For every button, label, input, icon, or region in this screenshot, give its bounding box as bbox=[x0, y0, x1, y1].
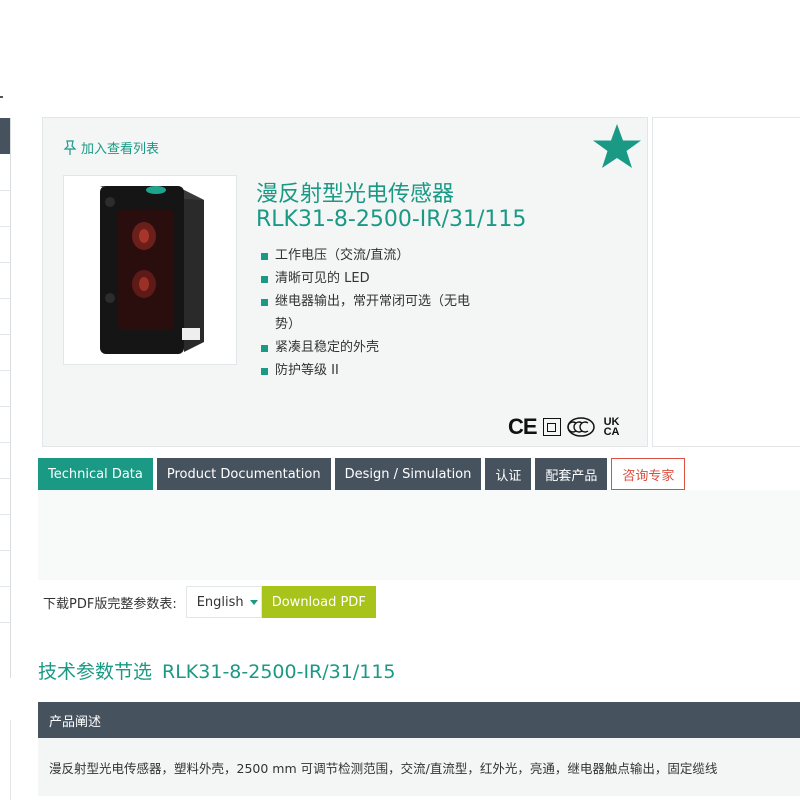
tab-technical-data[interactable]: Technical Data bbox=[38, 458, 153, 490]
product-image bbox=[63, 175, 237, 365]
product-title: 漫反射型光电传感器 bbox=[256, 182, 455, 207]
sidebar-divider bbox=[0, 442, 10, 443]
sidebar-divider bbox=[0, 550, 10, 551]
tab-product-documentation[interactable]: Product Documentation bbox=[156, 458, 331, 490]
ukca-mark: UK CA bbox=[601, 417, 623, 438]
sidebar-divider bbox=[0, 334, 10, 335]
consult-expert-button[interactable]: 咨询专家 bbox=[611, 458, 686, 490]
feature-item: 清晰可见的 LED bbox=[261, 268, 486, 291]
left-sidebar bbox=[0, 118, 11, 678]
watchlist-label: 加入查看列表 bbox=[81, 142, 160, 157]
sidebar-divider bbox=[0, 262, 10, 263]
pdf-download-row: 下载PDF版完整参数表: English Download PDF bbox=[43, 586, 376, 618]
star-icon[interactable] bbox=[591, 121, 643, 173]
feature-item: 紧凑且稳定的外壳 bbox=[261, 337, 486, 360]
feature-item: 工作电压（交流/直流） bbox=[261, 245, 486, 268]
tab-certification[interactable]: 认证 bbox=[485, 458, 532, 490]
product-tabs: Technical Data Product Documentation Des… bbox=[38, 458, 686, 490]
language-select[interactable]: English bbox=[185, 586, 262, 618]
sidebar-divider bbox=[0, 406, 10, 407]
download-pdf-button[interactable]: Download PDF bbox=[261, 586, 376, 618]
sidebar-divider bbox=[0, 586, 10, 587]
spec-section-title: 技术参数节选 RLK31-8-2500-IR/31/115 bbox=[38, 657, 396, 684]
certification-marks: CE UK CA bbox=[508, 414, 623, 440]
chevron-down-icon bbox=[249, 599, 258, 605]
ce-mark: CE bbox=[508, 414, 538, 439]
sidebar-divider bbox=[0, 370, 10, 371]
tab-content-area bbox=[38, 490, 800, 580]
sidebar-divider bbox=[0, 478, 10, 479]
feature-item: 防护等级 II bbox=[261, 360, 486, 383]
sidebar-divider bbox=[0, 190, 10, 191]
ukca-bottom: CA bbox=[603, 426, 620, 438]
side-panel bbox=[652, 117, 800, 447]
language-value: English bbox=[196, 594, 244, 610]
description-text: 漫反射型光电传感器，塑料外壳，2500 mm 可调节检测范围，交流/直流型，红外… bbox=[38, 738, 800, 796]
tab-accessories[interactable]: 配套产品 bbox=[535, 458, 608, 490]
protection-class-ii-icon bbox=[542, 418, 561, 436]
feature-item: 继电器输出，常开常闭可选（无电势） bbox=[261, 291, 486, 336]
product-card: 加入查看列表 漫反射型光电传感器 RLK31-8-2500-IR/31/115 … bbox=[42, 117, 648, 447]
sidebar-header bbox=[0, 118, 10, 154]
description-header: 产品阐述 bbox=[38, 702, 800, 738]
sidebar-divider bbox=[0, 514, 10, 515]
add-to-watchlist-link[interactable]: 加入查看列表 bbox=[63, 138, 159, 157]
sidebar-divider bbox=[0, 622, 10, 623]
sensor-illustration bbox=[100, 186, 204, 354]
sidebar-divider bbox=[0, 298, 10, 299]
left-sidebar-lower bbox=[0, 720, 11, 800]
ccc-mark-icon bbox=[566, 417, 595, 437]
section-title-code: RLK31-8-2500-IR/31/115 bbox=[162, 661, 396, 683]
product-code: RLK31-8-2500-IR/31/115 bbox=[256, 207, 527, 232]
left-edge-mark bbox=[0, 96, 3, 98]
feature-list: 工作电压（交流/直流） 清晰可见的 LED 继电器输出，常开常闭可选（无电势） … bbox=[261, 245, 486, 383]
tab-design-simulation[interactable]: Design / Simulation bbox=[334, 458, 482, 490]
pin-icon bbox=[63, 139, 77, 155]
section-title-text: 技术参数节选 bbox=[38, 661, 153, 683]
download-label: 下载PDF版完整参数表: bbox=[43, 596, 177, 612]
sidebar-divider bbox=[0, 226, 10, 227]
